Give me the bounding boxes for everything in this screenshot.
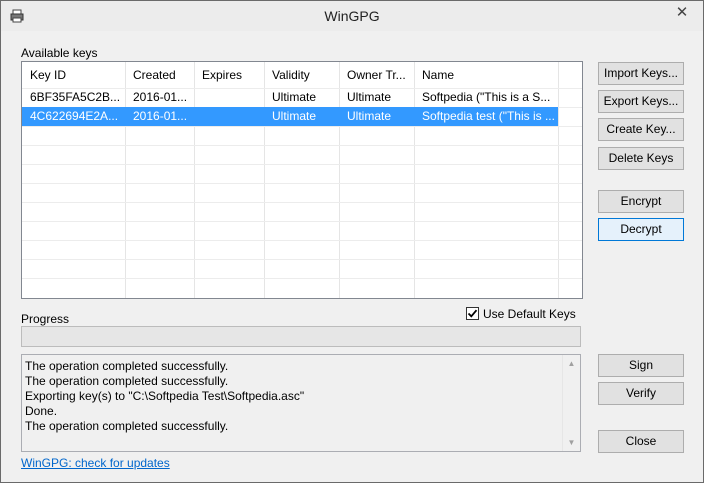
cell-name: Softpedia test ("This is ...: [422, 109, 555, 123]
table-row-selected[interactable]: 4C622694E2A... 2016-01... Ultimate Ultim…: [22, 107, 558, 126]
encrypt-button[interactable]: Encrypt: [598, 190, 684, 213]
grid-divider: [558, 62, 559, 298]
log-line: The operation completed successfully.: [25, 359, 229, 373]
import-keys-button[interactable]: Import Keys...: [598, 62, 684, 85]
column-header-validity[interactable]: Validity: [264, 62, 339, 88]
verify-button[interactable]: Verify: [598, 382, 684, 405]
wingpg-window: WinGPG ✕ Available keys Key ID Created E…: [0, 0, 704, 483]
use-default-keys-label[interactable]: Use Default Keys: [483, 307, 576, 321]
window-title: WinGPG: [324, 8, 380, 24]
grid-divider: [22, 278, 582, 279]
column-header-created[interactable]: Created: [125, 62, 194, 88]
grid-divider: [22, 183, 582, 184]
grid-divider: [22, 164, 582, 165]
export-keys-button[interactable]: Export Keys...: [598, 90, 684, 113]
table-row[interactable]: 6BF35FA5C2B... 2016-01... Ultimate Ultim…: [22, 88, 558, 107]
progress-bar: [21, 326, 581, 347]
log-line: Done.: [25, 404, 58, 418]
cell-key-id: 6BF35FA5C2B...: [30, 90, 121, 104]
cell-validity: Ultimate: [272, 90, 317, 104]
column-header-owner-trust[interactable]: Owner Tr...: [339, 62, 414, 88]
log-scrollbar[interactable]: ▲ ▼: [562, 355, 580, 451]
grid-divider: [22, 126, 582, 127]
cell-owner-trust: Ultimate: [347, 90, 392, 104]
title-bar[interactable]: WinGPG ✕: [1, 1, 703, 31]
progress-label: Progress: [21, 312, 70, 326]
window-close-icon[interactable]: ✕: [664, 2, 700, 24]
grid-divider: [22, 259, 582, 260]
grid-divider: [22, 221, 582, 222]
grid-divider: [22, 240, 582, 241]
cell-key-id: 4C622694E2A...: [30, 109, 119, 123]
sign-button[interactable]: Sign: [598, 354, 684, 377]
create-key-button[interactable]: Create Key...: [598, 118, 684, 141]
column-header-key-id[interactable]: Key ID: [22, 62, 125, 88]
cell-name: Softpedia ("This is a S...: [422, 90, 551, 104]
scroll-down-arrow-icon[interactable]: ▼: [563, 434, 580, 451]
log-line: The operation completed successfully.: [25, 374, 229, 388]
delete-keys-button[interactable]: Delete Keys: [598, 147, 684, 170]
grid-divider: [22, 202, 582, 203]
close-button[interactable]: Close: [598, 430, 684, 453]
cell-created: 2016-01...: [133, 109, 188, 123]
keys-list-view[interactable]: Key ID Created Expires Validity Owner Tr…: [21, 61, 583, 299]
cell-expires: [194, 107, 264, 126]
column-header-expires[interactable]: Expires: [194, 62, 264, 88]
cell-created: 2016-01...: [133, 90, 188, 104]
log-line: The operation completed successfully.: [25, 419, 229, 433]
decrypt-button[interactable]: Decrypt: [598, 218, 684, 241]
grid-divider: [22, 145, 582, 146]
log-line: Exporting key(s) to "C:\Softpedia Test\S…: [25, 389, 305, 403]
check-updates-link[interactable]: WinGPG: check for updates: [21, 456, 170, 470]
checkmark-icon: [467, 309, 478, 318]
scroll-up-arrow-icon[interactable]: ▲: [563, 355, 580, 372]
cell-validity: Ultimate: [272, 109, 317, 123]
cell-expires: [194, 88, 264, 107]
cell-owner-trust: Ultimate: [347, 109, 392, 123]
use-default-keys-checkbox[interactable]: [466, 307, 479, 320]
log-textarea[interactable]: The operation completed successfully. Th…: [21, 354, 581, 452]
available-keys-label: Available keys: [21, 46, 98, 60]
column-header-name[interactable]: Name: [414, 62, 558, 88]
